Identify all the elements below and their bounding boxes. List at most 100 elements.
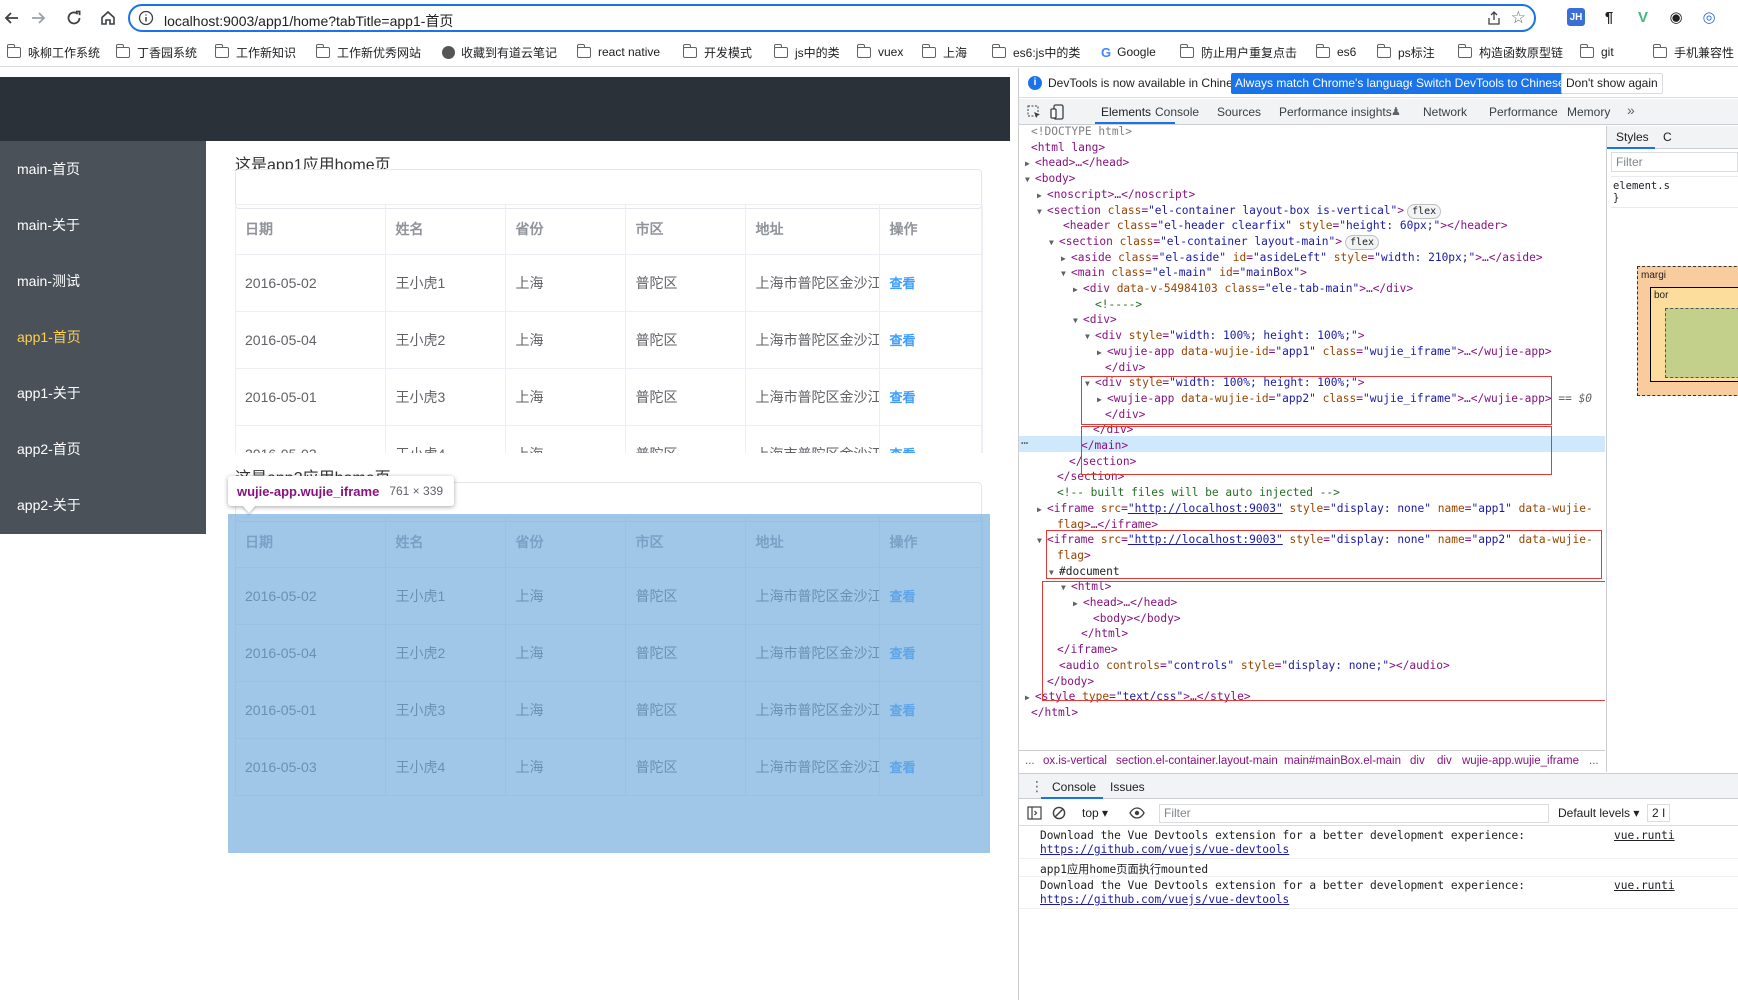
- dom-node-line[interactable]: ▶ <wujie-app data-wujie-id="app1" class="…: [1097, 344, 1552, 360]
- bookmark-item[interactable]: es6:js中的类: [991, 43, 1080, 60]
- dom-node-line[interactable]: <html lang>: [1031, 140, 1105, 156]
- dom-node-line[interactable]: </div>: [1093, 422, 1133, 438]
- view-link[interactable]: 查看: [879, 311, 983, 369]
- dom-node-line[interactable]: ▼ #document: [1049, 564, 1120, 580]
- dom-node-line[interactable]: </html>: [1031, 705, 1078, 721]
- column-header[interactable]: 姓名: [385, 517, 506, 568]
- bookmark-item[interactable]: G Google: [1101, 44, 1156, 60]
- expand-toggle-icon[interactable]: ▼: [1025, 172, 1035, 188]
- view-link[interactable]: 查看: [879, 738, 983, 796]
- expand-toggle-icon[interactable]: ▶: [1073, 596, 1083, 612]
- drawer-tab-console[interactable]: Console: [1052, 780, 1096, 794]
- breadcrumb-item[interactable]: main#mainBox.el-main: [1284, 755, 1401, 767]
- dom-node-line[interactable]: </iframe>: [1057, 642, 1118, 658]
- bookmark-item[interactable]: ps标注: [1376, 43, 1435, 60]
- breadcrumb-item[interactable]: section.el-container.layout-main: [1116, 755, 1278, 767]
- expand-toggle-icon[interactable]: ▼: [1061, 580, 1071, 596]
- inspect-element-icon[interactable]: [1027, 105, 1042, 120]
- view-link[interactable]: 查看: [879, 254, 983, 312]
- column-header[interactable]: 日期: [235, 204, 386, 255]
- column-header[interactable]: 市区: [625, 204, 746, 255]
- fire-extension-icon[interactable]: ▲: [1734, 8, 1738, 26]
- dom-node-line[interactable]: ▼ <iframe src="http://localhost:9003" sty…: [1037, 532, 1593, 548]
- breadcrumb-item[interactable]: wujie-app.wujie_iframe: [1462, 755, 1579, 767]
- view-link[interactable]: 查看: [879, 567, 983, 625]
- pilcrow-extension-icon[interactable]: ¶: [1600, 8, 1618, 26]
- dom-node-line[interactable]: flag>: [1057, 548, 1091, 564]
- tab-computed[interactable]: C: [1663, 130, 1672, 144]
- sidebar-toggle-icon[interactable]: [1027, 806, 1042, 820]
- expand-toggle-icon[interactable]: ▼: [1049, 235, 1059, 251]
- breadcrumb-item[interactable]: div: [1410, 755, 1425, 767]
- device-toolbar-icon[interactable]: [1050, 104, 1065, 120]
- forward-button[interactable]: [26, 6, 50, 30]
- bookmark-item[interactable]: 丁香园系统: [115, 43, 197, 60]
- console-source-link[interactable]: vue.runti: [1614, 879, 1675, 892]
- expand-toggle-icon[interactable]: ▶: [1025, 156, 1035, 172]
- dom-node-line[interactable]: ▼ <div style="width: 100%; height: 100%;"…: [1085, 328, 1364, 344]
- expand-toggle-icon[interactable]: ▶: [1097, 345, 1107, 361]
- bookmark-item[interactable]: 收藏到有道云笔记: [442, 44, 557, 60]
- console-filter-input[interactable]: Filter: [1159, 804, 1549, 823]
- match-language-button[interactable]: Always match Chrome's language: [1231, 73, 1421, 94]
- expand-toggle-icon[interactable]: ▶: [1097, 392, 1107, 408]
- switch-language-button[interactable]: Switch DevTools to Chinese: [1412, 73, 1569, 94]
- bookmark-item[interactable]: 防止用户重复点击: [1179, 43, 1297, 60]
- tab-memory[interactable]: Memory: [1567, 105, 1610, 119]
- clear-console-icon[interactable]: [1052, 806, 1066, 820]
- expand-toggle-icon[interactable]: ▶: [1025, 690, 1035, 706]
- log-levels-select[interactable]: Default levels ▾: [1558, 806, 1639, 820]
- column-header[interactable]: 姓名: [385, 204, 506, 255]
- dom-node-line[interactable]: ▶ <noscript>…</noscript>: [1037, 187, 1195, 203]
- breadcrumb-item[interactable]: ox.is-vertical: [1043, 755, 1107, 767]
- globe-extension-icon[interactable]: ◎: [1700, 8, 1718, 26]
- bookmark-item[interactable]: js中的类: [773, 43, 840, 60]
- styles-filter-input[interactable]: Filter: [1611, 152, 1738, 172]
- home-button[interactable]: [96, 6, 120, 30]
- console-message-link[interactable]: https://github.com/vuejs/vue-devtools: [1040, 893, 1289, 906]
- dom-node-line[interactable]: <!DOCTYPE html>: [1031, 126, 1132, 140]
- drawer-menu-icon[interactable]: ⋮: [1030, 778, 1044, 795]
- column-header[interactable]: 地址: [745, 517, 880, 568]
- dom-node-line[interactable]: ▶ <div data-v-54984103 class="ele-tab-mai…: [1073, 281, 1413, 297]
- column-header[interactable]: 省份: [505, 204, 626, 255]
- dom-node-line[interactable]: </body>: [1047, 674, 1094, 690]
- expand-toggle-icon[interactable]: ▶: [1073, 282, 1083, 298]
- view-link[interactable]: 查看: [879, 624, 983, 682]
- bookmark-star-icon[interactable]: ☆: [1511, 9, 1526, 27]
- tab-performance-insights[interactable]: Performance insights: [1279, 105, 1392, 119]
- execution-context-select[interactable]: top ▾: [1082, 806, 1108, 820]
- breadcrumb-item[interactable]: div: [1437, 755, 1452, 767]
- column-header[interactable]: 操作: [879, 204, 983, 255]
- drawer-tab-issues[interactable]: Issues: [1110, 780, 1145, 794]
- dom-node-line[interactable]: flag>…</iframe>: [1057, 517, 1158, 533]
- dom-node-line[interactable]: </main>: [1081, 438, 1128, 454]
- dom-node-line[interactable]: <audio controls="controls" style="displa…: [1059, 658, 1450, 674]
- expand-toggle-icon[interactable]: ▼: [1049, 565, 1059, 581]
- expand-toggle-icon[interactable]: ▼: [1037, 204, 1047, 220]
- dom-node-line[interactable]: ▶ <wujie-app data-wujie-id="app2" class="…: [1097, 391, 1592, 407]
- dont-show-again-button[interactable]: Don't show again: [1561, 73, 1663, 94]
- vue-devtools-icon[interactable]: V: [1634, 8, 1652, 26]
- dom-node-line[interactable]: ▼ <html>: [1061, 579, 1111, 595]
- bookmark-item[interactable]: 咏柳工作系统: [6, 43, 100, 60]
- dom-node-line[interactable]: ▼ <div>: [1073, 312, 1117, 328]
- dom-node-line[interactable]: ▶ <iframe src="http://localhost:9003" sty…: [1037, 501, 1593, 517]
- dom-node-line[interactable]: ▼ <section class="el-container layout-box…: [1037, 203, 1442, 220]
- dom-node-line[interactable]: ▼ <section class="el-container layout-mai…: [1049, 234, 1380, 251]
- dom-node-line[interactable]: ▼ <div style="width: 100%; height: 100%;"…: [1085, 375, 1364, 391]
- dom-node-line[interactable]: <body></body>: [1093, 611, 1181, 627]
- mask-extension-icon[interactable]: ◉: [1667, 8, 1685, 26]
- dom-node-line[interactable]: ▶ <head>…</head>: [1025, 155, 1129, 171]
- expand-toggle-icon[interactable]: ▼: [1073, 313, 1083, 329]
- site-info-icon[interactable]: [138, 10, 154, 26]
- expand-toggle-icon[interactable]: ▼: [1037, 533, 1047, 549]
- bookmark-item[interactable]: git: [1579, 43, 1614, 60]
- dom-node-line[interactable]: <!---->: [1095, 297, 1142, 313]
- view-link[interactable]: 查看: [879, 368, 983, 426]
- dom-node-line[interactable]: ▼ <body>: [1025, 171, 1075, 187]
- breadcrumb-item[interactable]: ...: [1589, 755, 1599, 767]
- console-message-link[interactable]: https://github.com/vuejs/vue-devtools: [1040, 843, 1289, 856]
- jh-extension-icon[interactable]: JH: [1567, 8, 1585, 26]
- column-header[interactable]: 操作: [879, 517, 983, 568]
